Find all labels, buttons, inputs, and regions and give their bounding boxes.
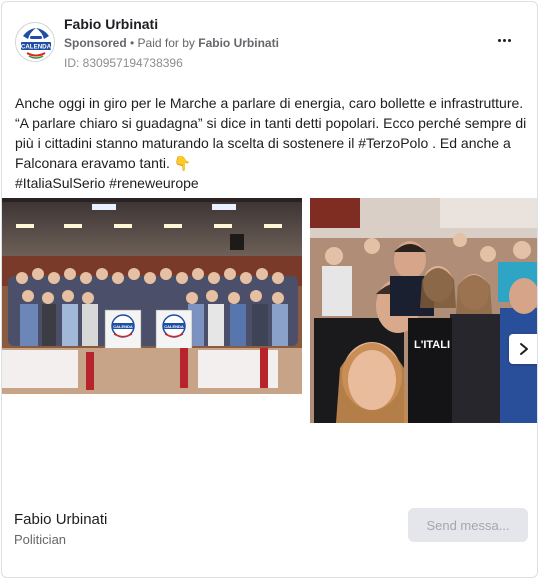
avatar-logo-text: CALENDA	[21, 44, 52, 51]
sponsored-label: Sponsored	[64, 36, 127, 50]
ad-id: ID: 830957194738396	[64, 56, 183, 70]
chevron-right-icon	[520, 343, 528, 355]
more-options-icon	[497, 38, 511, 42]
image-carousel: CALENDA CALENDA L'ITALI	[2, 198, 537, 423]
footer-page-name[interactable]: Fabio Urbinati	[14, 511, 107, 528]
svg-text:L'ITALI: L'ITALI	[414, 339, 450, 351]
svg-text:CALENDA: CALENDA	[164, 324, 184, 329]
post-line: più i cittadini stanno maturando la scel…	[15, 135, 511, 151]
carousel-image-1[interactable]: CALENDA CALENDA	[2, 198, 302, 394]
ad-card: CALENDA Fabio Urbinati Sponsored • Paid …	[1, 1, 538, 578]
post-line: “A parlare chiaro si guadagna” si dice i…	[15, 115, 527, 131]
selfie-photo-image: L'ITALI	[310, 198, 537, 423]
group-photo-image: CALENDA CALENDA	[2, 198, 302, 394]
separator: •	[126, 36, 138, 50]
paid-for-name: Fabio Urbinati	[198, 36, 279, 50]
hashtags[interactable]: #ItaliaSulSerio #reneweurope	[15, 173, 531, 193]
footer-page-category: Politician	[14, 532, 67, 547]
paid-for-label: Paid for by	[137, 36, 199, 50]
sponsored-line: Sponsored • Paid for by Fabio Urbinati	[64, 36, 279, 50]
party-logo-icon: CALENDA	[17, 24, 54, 61]
page-name[interactable]: Fabio Urbinati	[64, 16, 158, 32]
page-avatar[interactable]: CALENDA	[15, 22, 55, 62]
carousel-image-2[interactable]: L'ITALI	[310, 198, 537, 423]
post-line: Anche oggi in giro per le Marche a parla…	[15, 95, 524, 111]
carousel-next-button[interactable]	[509, 334, 537, 364]
post-line: Falconara eravamo tanti. 👇	[15, 155, 192, 171]
send-message-button[interactable]: Send messa...	[408, 508, 528, 542]
svg-text:CALENDA: CALENDA	[113, 324, 133, 329]
more-options-button[interactable]	[493, 32, 515, 48]
post-text: Anche oggi in giro per le Marche a parla…	[15, 93, 531, 193]
